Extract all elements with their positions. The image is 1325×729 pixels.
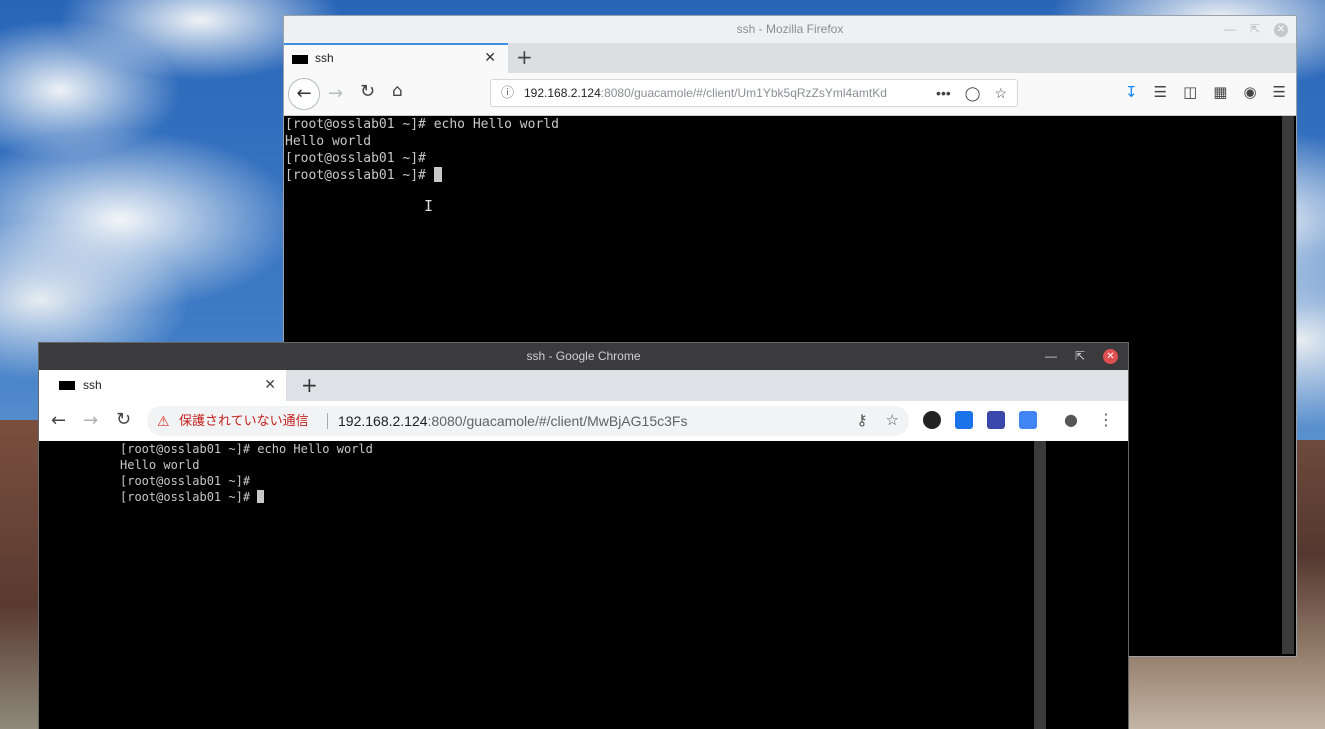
key-icon[interactable]: ⚷: [857, 406, 868, 436]
terminal-line: [root@osslab01 ~]# echo Hello world: [120, 442, 373, 456]
maximize-icon[interactable]: ⇱: [1075, 343, 1085, 370]
terminal-line: [root@osslab01 ~]#: [285, 168, 434, 183]
url-bar[interactable]: ⓘ 192.168.2.124:8080/guacamole/#/client/…: [490, 79, 1018, 107]
sidebar-icon[interactable]: ◫: [1183, 83, 1197, 101]
firefox-scrollbar[interactable]: [1282, 116, 1294, 654]
firefox-tab-ssh[interactable]: ssh ✕: [284, 43, 508, 73]
library-icon[interactable]: ☰: [1154, 83, 1167, 101]
terminal-line: [root@osslab01 ~]#: [120, 474, 251, 488]
chrome-window-title: ssh - Google Chrome: [526, 349, 641, 363]
more-menu-icon[interactable]: ⋮: [1098, 410, 1114, 429]
terminal-cursor: [257, 490, 265, 503]
extension-circle-icon[interactable]: ◉: [1243, 83, 1256, 101]
download-icon[interactable]: ↧: [1125, 83, 1138, 101]
chrome-extensions: [923, 411, 1037, 429]
minimize-icon[interactable]: —: [1045, 343, 1057, 370]
tab-label: ssh: [315, 51, 334, 65]
chrome-scrollbar[interactable]: [1034, 441, 1046, 729]
firefox-navbar: ← → ↻ ⌂ ⓘ 192.168.2.124:8080/guacamole/#…: [284, 73, 1296, 116]
tab-label: ssh: [83, 378, 102, 392]
chrome-window-controls: — ⇱ ✕: [1045, 343, 1118, 370]
extension-sa-icon[interactable]: [955, 411, 973, 429]
firefox-titlebar[interactable]: ssh - Mozilla Firefox — ⇱ ✕: [284, 16, 1296, 43]
new-tab-icon[interactable]: +: [301, 373, 318, 397]
back-icon[interactable]: ←: [288, 78, 320, 110]
new-tab-icon[interactable]: +: [516, 45, 533, 69]
chrome-right-controls: ● ⋮: [1064, 410, 1114, 429]
chrome-navbar: ← → ↻ ⚠ 保護されていない通信 192.168.2.124:8080/gu…: [39, 401, 1128, 441]
reload-icon[interactable]: ↻: [116, 409, 131, 430]
extension-tools-icon[interactable]: [987, 411, 1005, 429]
terminal-favicon-icon: [59, 381, 75, 390]
maximize-icon[interactable]: ⇱: [1250, 16, 1260, 43]
extension-circle-icon[interactable]: [923, 411, 941, 429]
close-window-icon[interactable]: ✕: [1274, 22, 1288, 37]
close-window-icon[interactable]: ✕: [1103, 349, 1118, 364]
forward-icon[interactable]: →: [328, 83, 343, 104]
chrome-window: ssh - Google Chrome — ⇱ ✕ ssh ✕ + ← → ↻ …: [39, 343, 1128, 729]
translate-icon[interactable]: [1019, 411, 1037, 429]
close-tab-icon[interactable]: ✕: [264, 376, 276, 393]
url-host: 192.168.2.124: [524, 86, 601, 100]
terminal-cursor: [433, 167, 442, 182]
home-icon[interactable]: ⌂: [392, 81, 403, 101]
minimize-icon[interactable]: —: [1224, 16, 1236, 43]
firefox-tabbar: ssh ✕ +: [284, 43, 1296, 73]
url-host: 192.168.2.124: [338, 413, 428, 429]
chrome-titlebar[interactable]: ssh - Google Chrome — ⇱ ✕: [39, 343, 1128, 370]
chrome-tab-ssh[interactable]: ssh ✕: [39, 370, 286, 401]
close-tab-icon[interactable]: ✕: [484, 49, 496, 66]
extension-new-icon[interactable]: ▦: [1213, 83, 1227, 101]
menu-icon[interactable]: ☰: [1273, 83, 1286, 101]
page-actions-icon[interactable]: •••: [936, 80, 951, 106]
reload-icon[interactable]: ↻: [360, 81, 375, 102]
info-icon[interactable]: ⓘ: [501, 80, 514, 106]
omnibox-divider: [327, 413, 328, 429]
bookmark-star-icon[interactable]: ☆: [886, 406, 899, 436]
firefox-window-title: ssh - Mozilla Firefox: [736, 22, 844, 36]
forward-icon[interactable]: →: [83, 410, 98, 431]
chrome-tabbar: ssh ✕ +: [39, 370, 1128, 401]
firefox-window-controls: — ⇱ ✕: [1224, 16, 1288, 43]
ibeam-cursor-icon: I: [424, 197, 434, 215]
url-path: :8080/guacamole/#/client/MwBjAG15c3Fs: [427, 413, 688, 429]
not-secure-label[interactable]: 保護されていない通信: [179, 406, 309, 436]
terminal-line: [root@osslab01 ~]# echo Hello world: [285, 117, 559, 132]
bookmark-star-icon[interactable]: ☆: [994, 80, 1007, 106]
terminal-line: Hello world: [285, 134, 372, 149]
terminal-line: [root@osslab01 ~]#: [285, 151, 426, 166]
chrome-terminal[interactable]: [root@osslab01 ~]# echo Hello world Hell…: [39, 441, 1128, 729]
terminal-line: [root@osslab01 ~]#: [120, 490, 258, 504]
url-path: :8080/guacamole/#/client/Um1Ybk5qRzZsYml…: [600, 86, 887, 100]
terminal-favicon-icon: [292, 55, 308, 64]
pocket-icon[interactable]: ◯: [965, 80, 981, 106]
firefox-toolbar-icons: ↧ ☰ ◫ ▦ ◉ ☰: [1125, 83, 1286, 101]
back-icon[interactable]: ←: [51, 410, 66, 431]
account-icon[interactable]: ●: [1064, 410, 1078, 429]
terminal-line: Hello world: [120, 458, 200, 472]
omnibox[interactable]: ⚠ 保護されていない通信 192.168.2.124:8080/guacamol…: [147, 406, 909, 436]
warning-icon[interactable]: ⚠: [157, 406, 170, 436]
